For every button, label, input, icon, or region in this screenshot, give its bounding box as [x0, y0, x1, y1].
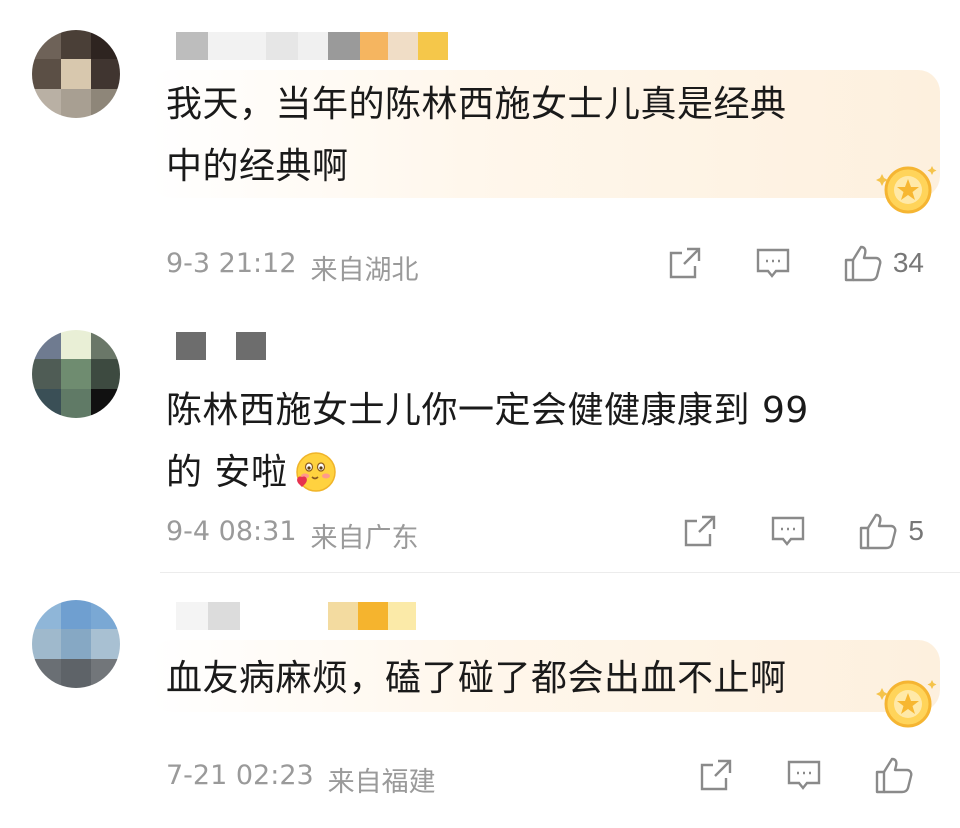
thumbs-up-icon — [844, 245, 882, 282]
comment-date: 9-4 08:31 — [166, 516, 297, 547]
avatar[interactable] — [32, 600, 120, 688]
comment-text: 血友病麻烦，磕了碰了都会出血不止啊 — [166, 648, 787, 710]
comment-text-line: 陈林西施女士儿你一定会健健康康到 99 — [166, 390, 809, 431]
thumbs-up-icon — [860, 513, 897, 550]
blushing-heart-emoji-icon — [296, 452, 337, 492]
share-button[interactable] — [667, 245, 703, 281]
comment-text-line: 血友病麻烦，磕了碰了都会出血不止啊 — [166, 658, 787, 699]
username-pixelated[interactable] — [176, 32, 448, 60]
thumbs-up-icon — [875, 757, 913, 794]
comment-meta: 7-21 02:23 来自福建 — [166, 760, 436, 799]
reply-button[interactable] — [770, 513, 806, 549]
comment-meta: 9-3 21:12 来自湖北 — [166, 248, 419, 287]
comment-location: 来自福建 — [327, 767, 436, 798]
comment-location: 来自广东 — [310, 523, 419, 554]
comment-text: 我天，当年的陈林西施女士儿真是经典 中的经典啊 — [166, 74, 787, 198]
divider — [160, 572, 960, 573]
share-button[interactable] — [682, 513, 718, 549]
username-pixelated[interactable] — [176, 602, 416, 630]
like-count: 5 — [908, 515, 924, 546]
reply-button[interactable] — [755, 245, 791, 281]
avatar[interactable] — [32, 330, 120, 418]
share-icon — [669, 247, 701, 279]
comment-text-line: 中的经典啊 — [166, 146, 349, 187]
comment-actions: 5 — [682, 512, 924, 550]
comment-text: 陈林西施女士儿你一定会健健康康到 99 的 安啦 — [166, 380, 809, 504]
share-button[interactable] — [698, 757, 734, 793]
comment-icon — [787, 760, 821, 790]
like-button[interactable]: 34 — [843, 244, 924, 282]
share-icon — [700, 759, 732, 791]
comment-date: 9-3 21:12 — [166, 248, 297, 279]
comment-icon — [756, 248, 790, 278]
comment-actions: 34 — [667, 244, 924, 282]
reply-button[interactable] — [786, 757, 822, 793]
share-icon — [685, 515, 716, 547]
like-count: 34 — [892, 247, 924, 278]
like-button[interactable] — [874, 756, 924, 794]
comment-location: 来自湖北 — [310, 255, 419, 286]
comment-meta: 9-4 08:31 来自广东 — [166, 516, 419, 555]
comment-date: 7-21 02:23 — [166, 760, 314, 791]
gold-star-badge-icon — [876, 680, 937, 728]
comment-actions — [698, 756, 924, 794]
comment-text-line: 我天，当年的陈林西施女士儿真是经典 — [166, 84, 787, 125]
comment-icon — [772, 516, 805, 546]
like-button[interactable]: 5 — [858, 512, 924, 550]
avatar[interactable] — [32, 30, 120, 118]
gold-star-badge-icon — [876, 166, 937, 214]
comment-text-line: 的 安啦 — [166, 452, 288, 493]
username-pixelated[interactable] — [176, 332, 266, 360]
